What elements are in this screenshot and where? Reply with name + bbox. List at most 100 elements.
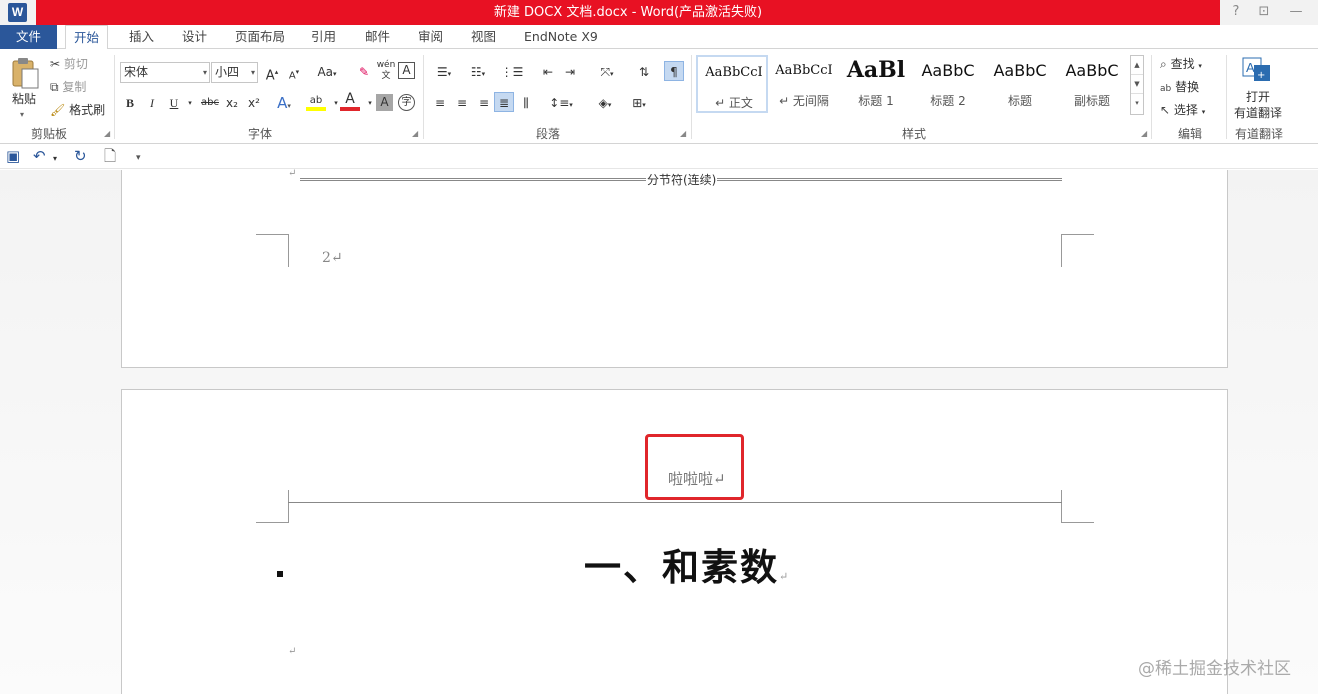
text-effects-button[interactable]: A▾ [274, 93, 294, 113]
footer-page-number[interactable]: 2↵ [322, 250, 343, 266]
borders-button[interactable]: ⊞▾ [624, 93, 654, 113]
find-label: 查找 [1170, 57, 1195, 71]
tab-page-layout[interactable]: 页面布局 [227, 25, 293, 49]
tab-file[interactable]: 文件 [0, 25, 57, 49]
copy-button[interactable]: ⧉ 复制 [50, 79, 86, 95]
change-case-icon: Aa [317, 65, 334, 79]
multilevel-list-button[interactable]: ⋮☰ [498, 62, 526, 82]
paste-button[interactable]: 粘贴 [12, 91, 36, 107]
bullets-button[interactable]: ☰▾ [430, 62, 458, 82]
superscript-button[interactable]: x² [244, 93, 264, 113]
distributed-icon[interactable]: ⫼ [516, 93, 536, 113]
tab-review[interactable]: 审阅 [410, 25, 451, 49]
show-hide-marks-icon[interactable]: ¶ [664, 61, 684, 81]
tab-home[interactable]: 开始 [65, 25, 109, 50]
paragraph-dialog-launcher-icon[interactable]: ◢ [680, 129, 686, 138]
empty-paragraph-mark[interactable]: ↵ [288, 646, 296, 657]
undo-icon[interactable]: ↶ [33, 147, 46, 165]
tab-mailings[interactable]: 邮件 [357, 25, 398, 49]
phonetic-guide-button[interactable]: wén 文 [376, 60, 396, 81]
underline-dropdown-chevron-icon[interactable]: ▾ [180, 93, 200, 113]
tab-design[interactable]: 设计 [174, 25, 215, 49]
align-right-icon[interactable]: ≡ [474, 93, 494, 113]
chinese-layout-button[interactable]: ⤧▾ [592, 62, 622, 82]
shading-button[interactable]: ◈▾ [590, 93, 620, 113]
minimize-button[interactable]: — [1286, 2, 1306, 22]
style-heading-1[interactable]: AaBl 标题 1 [840, 55, 912, 113]
styles-dialog-launcher-icon[interactable]: ◢ [1141, 129, 1147, 138]
save-icon[interactable]: ▣ [6, 147, 20, 165]
new-document-icon[interactable]: 🗋 [104, 147, 116, 165]
font-size-select[interactable]: 小四 ▾ [211, 62, 258, 83]
style-title[interactable]: AaBbC 标题 [984, 55, 1056, 113]
strikethrough-button[interactable]: abc [198, 93, 222, 113]
font-group-label: 字体 [247, 127, 272, 141]
decrease-indent-icon[interactable]: ⇤ [538, 62, 558, 82]
enclose-characters-button[interactable]: 字 [398, 94, 415, 111]
highlighter-icon: ab [309, 95, 323, 106]
paste-dropdown-chevron-icon[interactable]: ▾ [20, 107, 24, 123]
italic-button[interactable]: I [142, 93, 162, 113]
style-heading-2[interactable]: AaBbC 标题 2 [912, 55, 984, 113]
font-color-button[interactable]: A [340, 91, 360, 111]
tab-references[interactable]: 引用 [303, 25, 344, 49]
grow-font-button[interactable]: A▴ [262, 62, 282, 84]
shrink-font-button[interactable]: A▾ [284, 62, 304, 82]
cut-button[interactable]: ✂ 剪切 [50, 56, 88, 72]
copy-icon: ⧉ [50, 80, 59, 94]
font-dialog-launcher-icon[interactable]: ◢ [412, 129, 418, 138]
find-button[interactable]: ⌕ 查找 ▾ [1160, 56, 1202, 74]
tab-insert[interactable]: 插入 [121, 25, 162, 49]
clear-formatting-icon[interactable]: ✎ [354, 62, 374, 82]
redo-icon[interactable]: ↻ [74, 147, 87, 165]
crop-mark [1061, 234, 1094, 267]
youdao-translate-icon[interactable]: A + [1242, 57, 1274, 83]
more-styles-icon[interactable]: ▾ [1131, 94, 1143, 113]
word-app-icon[interactable]: W [8, 3, 27, 22]
style-no-spacing[interactable]: AaBbCcI ↵ 无间隔 [768, 55, 840, 113]
style-subtitle[interactable]: AaBbC 副标题 [1056, 55, 1128, 113]
help-button[interactable]: ? [1226, 2, 1246, 22]
replace-button[interactable]: ab 替换 [1160, 79, 1199, 97]
styles-gallery-scroller[interactable]: ▲ ▼ ▾ [1130, 55, 1144, 115]
justify-icon[interactable]: ≣ [494, 92, 514, 112]
open-youdao-button[interactable]: 打开 [1246, 89, 1270, 105]
align-left-icon[interactable]: ≡ [430, 93, 450, 113]
styles-gallery: AaBbCcI ↵ 正文 AaBbCcI ↵ 无间隔 AaBl 标题 1 AaB… [696, 55, 1128, 115]
line-spacing-button[interactable]: ↕≡▾ [546, 93, 576, 113]
style-sample: AaBbCcI [705, 65, 763, 80]
subscript-button[interactable]: x₂ [222, 93, 242, 113]
format-painter-button[interactable]: 🖌 格式刷 [50, 102, 105, 118]
tab-endnote[interactable]: EndNote X9 [516, 25, 606, 49]
clipboard-dialog-launcher-icon[interactable]: ◢ [104, 129, 110, 138]
scroll-up-icon[interactable]: ▲ [1131, 56, 1143, 75]
undo-dropdown-chevron-icon[interactable]: ▾ [53, 150, 57, 168]
paste-icon[interactable] [10, 57, 42, 89]
heading-list-marker [277, 571, 283, 577]
character-border-button[interactable]: A [398, 62, 415, 79]
ribbon-display-options-button[interactable]: ⊡ [1254, 2, 1274, 22]
tab-view[interactable]: 视图 [463, 25, 504, 49]
grow-font-icon: A [265, 68, 275, 84]
increase-indent-icon[interactable]: ⇥ [560, 62, 580, 82]
highlight-color-button[interactable]: ab [306, 91, 326, 111]
style-normal[interactable]: AaBbCcI ↵ 正文 [696, 55, 768, 113]
style-name: 标题 1 [858, 94, 894, 108]
font-color-icon: A [345, 91, 355, 107]
font-name-select[interactable]: 宋体 ▾ [120, 62, 210, 83]
scroll-down-icon[interactable]: ▼ [1131, 75, 1143, 94]
select-button[interactable]: ↖ 选择 ▾ [1160, 102, 1205, 120]
change-case-button[interactable]: Aa▾ [312, 62, 342, 82]
character-shading-button[interactable]: A [376, 94, 393, 111]
open-youdao-button-line2[interactable]: 有道翻译 [1234, 105, 1282, 121]
youdao-group-label: 有道翻译 [1234, 127, 1283, 141]
header-text[interactable]: 啦啦啦↵ [668, 468, 726, 489]
window-title: 新建 DOCX 文档.docx - Word(产品激活失败) [493, 5, 763, 20]
sort-icon[interactable]: ⇅ [634, 62, 654, 82]
numbering-button[interactable]: ☷▾ [464, 62, 492, 82]
customize-qat-icon[interactable]: ▾ [136, 149, 141, 167]
align-center-icon[interactable]: ≡ [452, 93, 472, 113]
section-break: 分节符(连续) [300, 171, 1062, 188]
bold-button[interactable]: B [120, 93, 140, 113]
heading-1[interactable]: 一、和素数↵ [584, 537, 790, 591]
